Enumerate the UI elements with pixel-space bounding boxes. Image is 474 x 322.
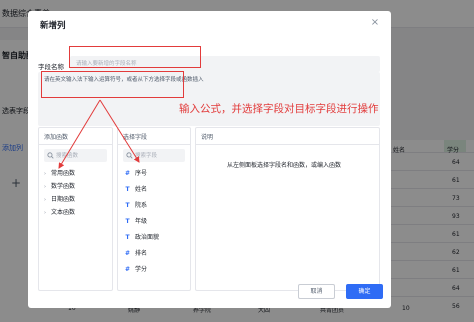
annotation-arrows bbox=[58, 99, 140, 169]
arrow-to-fields bbox=[99, 99, 140, 163]
arrow-to-functions bbox=[58, 99, 101, 169]
annotation-text: 输入公式，并选择字段对目标字段进行操作 bbox=[179, 103, 379, 115]
